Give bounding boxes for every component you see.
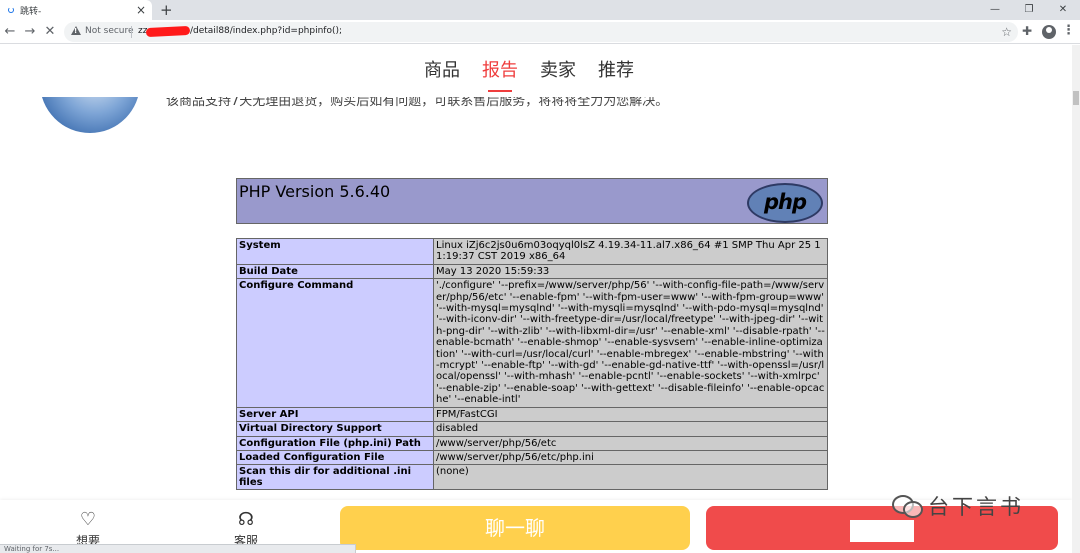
phpinfo-row: Configuration File (php.ini) Path/www/se… xyxy=(236,435,828,451)
extensions-puzzle-icon[interactable]: ✚ xyxy=(1022,24,1032,38)
divider xyxy=(131,26,132,38)
phpinfo-header: PHP Version 5.6.40 php xyxy=(236,178,828,224)
page-scrollbar[interactable] xyxy=(1072,45,1080,553)
tab-close-button[interactable]: × xyxy=(136,2,146,18)
phpinfo-row: Configure Command './configure' '--prefix… xyxy=(236,278,828,408)
profile-avatar-icon[interactable] xyxy=(1042,25,1056,39)
minimize-button[interactable]: — xyxy=(978,0,1012,20)
phpinfo-key: Configuration File (php.ini) Path xyxy=(236,435,434,451)
status-text: Waiting for 7s... xyxy=(4,545,60,553)
warning-icon[interactable] xyxy=(71,26,81,35)
phpinfo-key: Configure Command xyxy=(236,278,434,408)
wechat-icon xyxy=(892,493,923,519)
phpinfo-key: Scan this dir for additional .ini files xyxy=(236,464,434,491)
window-controls: — ❐ ✕ xyxy=(978,0,1080,20)
phpinfo-value: './configure' '--prefix=/www/server/php/… xyxy=(433,278,828,408)
phpinfo-row: Server API FPM/FastCGI xyxy=(236,406,828,423)
forward-button[interactable]: → xyxy=(22,24,38,40)
web-page: 商品 报告 卖家 推荐 该商品支持7天无理由退货，购买后如有问题，可联系售后服务… xyxy=(0,45,1072,553)
headset-icon: ☊ xyxy=(238,509,254,530)
browser-menu-icon[interactable]: ⋮ xyxy=(1062,23,1075,38)
phpinfo-value: (none) xyxy=(433,464,828,491)
tab-seller[interactable]: 卖家 xyxy=(540,56,576,86)
phpinfo-row: Build Date May 13 2020 15:59:33 xyxy=(236,263,828,280)
redaction-mask xyxy=(850,520,914,542)
tab-product[interactable]: 商品 xyxy=(424,56,460,86)
security-label[interactable]: Not secure xyxy=(85,26,134,36)
phpinfo-key: Server API xyxy=(236,406,434,423)
phpinfo-value: /www/server/php/56/etc xyxy=(433,435,828,451)
phpinfo-row: System Linux iZj6c2js0u6m03oqyql0lsZ 4.19… xyxy=(236,238,828,265)
close-window-button[interactable]: ✕ xyxy=(1046,0,1080,20)
chat-button[interactable]: 聊一聊 xyxy=(340,506,690,550)
bookmark-star-icon[interactable]: ☆ xyxy=(1001,24,1012,40)
phpinfo-value: /www/server/php/56/etc/php.ini xyxy=(433,449,828,466)
tab-title: 跳转- xyxy=(20,7,42,17)
phpinfo-row: Scan this dir for additional .ini files(… xyxy=(236,464,828,491)
phpinfo-value: Linux iZj6c2js0u6m03oqyql0lsZ 4.19.34-11… xyxy=(433,238,828,265)
tab-report[interactable]: 报告 xyxy=(482,56,518,92)
new-tab-button[interactable]: + xyxy=(160,1,173,19)
browser-tab[interactable]: 跳转- × xyxy=(0,0,152,20)
watermark-text: 台下言书 xyxy=(928,495,1024,519)
back-button[interactable]: ← xyxy=(2,24,18,40)
phpinfo-table: System Linux iZj6c2js0u6m03oqyql0lsZ 4.19… xyxy=(236,238,828,491)
phpinfo-key: Virtual Directory Support xyxy=(236,421,434,437)
tab-strip: 跳转- × + — ❐ ✕ xyxy=(0,0,1080,20)
redaction-mark xyxy=(145,25,191,38)
loading-spinner-icon xyxy=(8,7,14,13)
phpinfo-value: disabled xyxy=(433,421,828,437)
url-text[interactable]: /detail88/index.php?id=phpinfo(); xyxy=(190,26,342,36)
stop-loading-button[interactable]: ✕ xyxy=(42,24,58,40)
heart-icon: ♡ xyxy=(79,509,97,530)
phpinfo-key: Loaded Configuration File xyxy=(236,449,434,466)
restore-button[interactable]: ❐ xyxy=(1012,0,1046,20)
php-logo[interactable]: php xyxy=(747,183,823,223)
phpinfo-key: System xyxy=(236,238,434,265)
php-logo-text: php xyxy=(763,190,807,214)
phpinfo-value: May 13 2020 15:59:33 xyxy=(433,263,828,280)
phpinfo-key: Build Date xyxy=(236,263,434,280)
watermark: 台下言书 xyxy=(892,491,1024,521)
scrollbar-thumb[interactable] xyxy=(1073,91,1079,105)
phpinfo-row: Loaded Configuration File/www/server/php… xyxy=(236,449,828,466)
phpinfo-row: Virtual Directory Support disabled xyxy=(236,421,828,437)
status-bubble: Waiting for 7s... xyxy=(0,544,356,553)
address-bar[interactable]: Not secure zz /detail88/index.php?id=php… xyxy=(64,22,1018,42)
tab-recommend[interactable]: 推荐 xyxy=(598,56,634,86)
product-nav: 商品 报告 卖家 推荐 xyxy=(0,45,1072,97)
php-version-title: PHP Version 5.6.40 xyxy=(239,182,391,201)
phpinfo-value: FPM/FastCGI xyxy=(433,406,828,423)
browser-window: 跳转- × + — ❐ ✕ ← → ✕ Not secure zz /detai… xyxy=(0,0,1080,553)
browser-toolbar: ← → ✕ Not secure zz /detail88/index.php?… xyxy=(0,20,1080,44)
